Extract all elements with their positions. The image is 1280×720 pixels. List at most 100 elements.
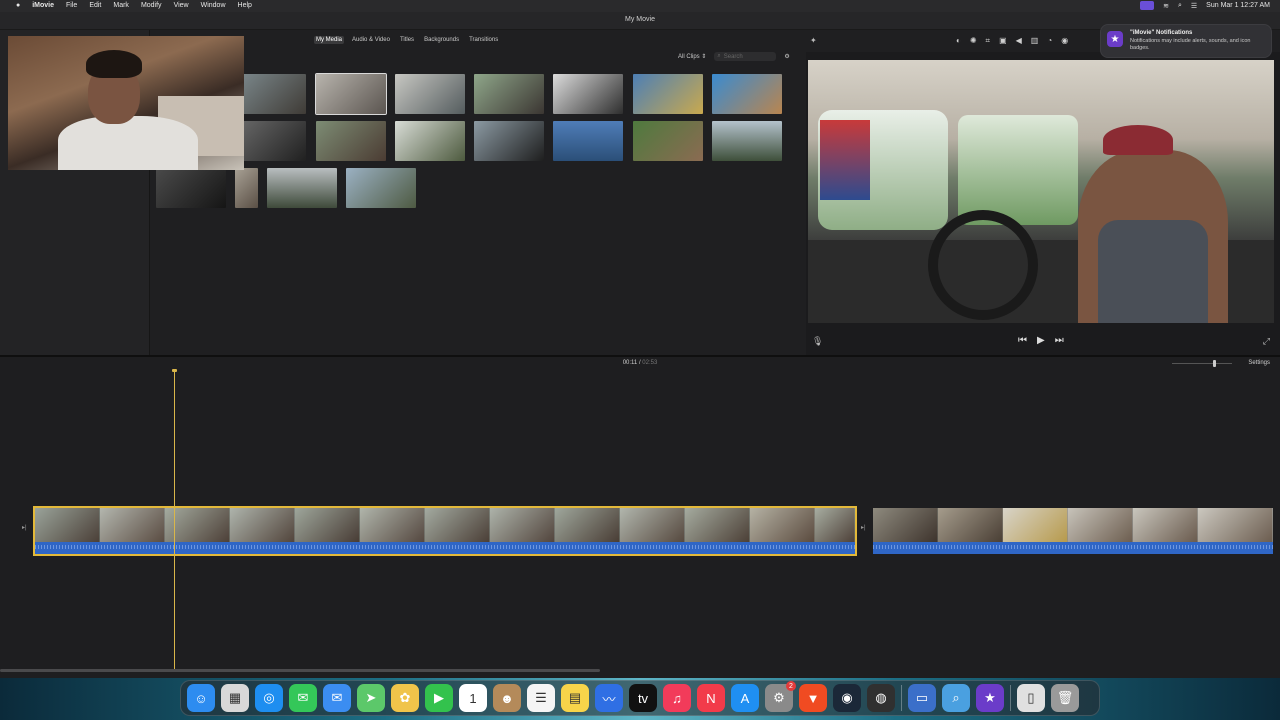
menu-window[interactable]: Window: [201, 2, 226, 9]
app-store-icon[interactable]: A: [731, 684, 759, 712]
documents-folder-icon[interactable]: ▯: [1017, 684, 1045, 712]
contacts-icon[interactable]: ☻: [493, 684, 521, 712]
fullscreen-icon[interactable]: ⤢: [1263, 336, 1270, 347]
finder-icon[interactable]: ☺: [187, 684, 215, 712]
tab-audio-video[interactable]: Audio & Video: [350, 36, 392, 44]
media-clip[interactable]: [633, 74, 703, 114]
menu-mark[interactable]: Mark: [113, 2, 129, 9]
skip-back-icon[interactable]: ⏮: [1018, 335, 1027, 346]
media-clip[interactable]: [236, 121, 306, 161]
speed-icon[interactable]: ◔: [1047, 36, 1052, 46]
tab-titles[interactable]: Titles: [398, 36, 416, 44]
messages-icon[interactable]: ✉: [289, 684, 317, 712]
clock[interactable]: Sun Mar 1 12:27 AM: [1206, 2, 1270, 9]
tab-backgrounds[interactable]: Backgrounds: [422, 36, 461, 44]
timeline-settings-button[interactable]: Settings: [1248, 360, 1270, 366]
menu-file[interactable]: File: [66, 2, 77, 9]
media-clip[interactable]: [235, 168, 258, 208]
music-icon[interactable]: ♫: [663, 684, 691, 712]
apple-tv-icon[interactable]: tv: [629, 684, 657, 712]
reminders-icon[interactable]: ☰: [527, 684, 555, 712]
freeform-icon[interactable]: 〰: [595, 684, 623, 712]
dock-separator: [901, 685, 902, 711]
viewer-flag: [820, 120, 870, 200]
clip-filter-icon[interactable]: ◉: [1061, 36, 1068, 46]
search-input[interactable]: ⌕ Search: [714, 52, 777, 61]
zoom-slider-knob[interactable]: [1213, 360, 1216, 367]
notification-banner[interactable]: ★ "iMovie" Notifications Notifications m…: [1100, 24, 1272, 58]
timeline-clip-selected[interactable]: [33, 506, 857, 556]
skip-forward-icon[interactable]: ⏭: [1055, 335, 1064, 346]
stabilization-icon[interactable]: ▣: [999, 36, 1007, 46]
maps-icon[interactable]: ➤: [357, 684, 385, 712]
media-clip[interactable]: [236, 74, 306, 114]
control-center-icon[interactable]: ☰: [1191, 2, 1197, 10]
color-balance-icon[interactable]: ◐: [956, 36, 961, 46]
apple-menu-icon[interactable]: ●: [16, 2, 20, 9]
voiceover-mic-icon[interactable]: 🎙: [812, 336, 823, 347]
media-clip[interactable]: [395, 74, 465, 114]
clip-audio-waveform[interactable]: [35, 542, 855, 554]
calendar-icon[interactable]: 1: [459, 684, 487, 712]
menu-view[interactable]: View: [174, 2, 189, 9]
media-clip[interactable]: [553, 121, 623, 161]
timeline[interactable]: 00:11 / 02:53 Settings ▸| ▸|: [0, 357, 1280, 678]
clip-filter-select[interactable]: All Clips ⇕: [678, 53, 706, 60]
color-correction-icon[interactable]: ✺: [970, 36, 977, 46]
media-clip[interactable]: [712, 74, 782, 114]
steam-icon[interactable]: ◉: [833, 684, 861, 712]
safari-icon[interactable]: ◎: [255, 684, 283, 712]
clip-audio-waveform[interactable]: [873, 542, 1273, 554]
screen-sharing-icon[interactable]: ▭: [908, 684, 936, 712]
media-clip[interactable]: [316, 121, 386, 161]
app-menu[interactable]: iMovie: [32, 2, 54, 9]
timeline-clip[interactable]: [873, 508, 1273, 554]
facetime-icon[interactable]: ▶: [425, 684, 453, 712]
media-clip[interactable]: [633, 121, 703, 161]
clip-frames: [35, 508, 855, 542]
browser-settings-icon[interactable]: ⚙: [784, 53, 789, 60]
system-settings-icon[interactable]: ⚙ 2: [765, 681, 796, 712]
clip-frame: [873, 508, 938, 542]
obs-icon[interactable]: ◍: [867, 684, 895, 712]
volume-icon[interactable]: ◀: [1016, 36, 1022, 46]
preview-icon[interactable]: ⌕: [942, 684, 970, 712]
screen-record-icon[interactable]: [1140, 1, 1155, 10]
equalizer-icon[interactable]: ▥: [1031, 36, 1039, 46]
media-clip[interactable]: [553, 74, 623, 114]
playhead[interactable]: [174, 371, 175, 671]
media-clip[interactable]: [395, 121, 465, 161]
notes-icon[interactable]: ▤: [561, 684, 589, 712]
magic-wand-icon[interactable]: ✦: [810, 36, 817, 45]
media-clip-selected[interactable]: [315, 73, 387, 115]
clip-frame: [230, 508, 295, 542]
media-clip[interactable]: [712, 121, 782, 161]
media-clip[interactable]: [346, 168, 416, 208]
photos-icon[interactable]: ✿: [391, 684, 419, 712]
media-clip[interactable]: [156, 168, 226, 208]
mail-icon[interactable]: ✉: [323, 684, 351, 712]
trash-icon[interactable]: 🗑: [1051, 684, 1079, 712]
timeline-scrollbar[interactable]: [0, 669, 600, 672]
wifi-icon[interactable]: ≋: [1163, 2, 1169, 10]
menu-modify[interactable]: Modify: [141, 2, 162, 9]
webcam-overlay: [8, 36, 244, 170]
launchpad-icon[interactable]: ▦: [221, 684, 249, 712]
menu-help[interactable]: Help: [238, 2, 252, 9]
media-clip[interactable]: [267, 168, 337, 208]
video-viewer[interactable]: [808, 60, 1274, 323]
clip-frame: [685, 508, 750, 542]
zoom-slider[interactable]: [1172, 363, 1232, 364]
tab-transitions[interactable]: Transitions: [467, 36, 500, 44]
play-icon[interactable]: ▶: [1037, 335, 1045, 346]
crop-icon[interactable]: ⌗: [986, 36, 991, 46]
clip-frame: [295, 508, 360, 542]
news-icon[interactable]: N: [697, 684, 725, 712]
media-clip[interactable]: [474, 121, 544, 161]
imovie-icon[interactable]: ★: [976, 684, 1004, 712]
spotlight-icon[interactable]: ⌕: [1178, 2, 1182, 10]
media-clip[interactable]: [474, 74, 544, 114]
tab-my-media[interactable]: My Media: [314, 36, 345, 44]
brave-icon[interactable]: ▼: [799, 684, 827, 712]
menu-edit[interactable]: Edit: [89, 2, 101, 9]
